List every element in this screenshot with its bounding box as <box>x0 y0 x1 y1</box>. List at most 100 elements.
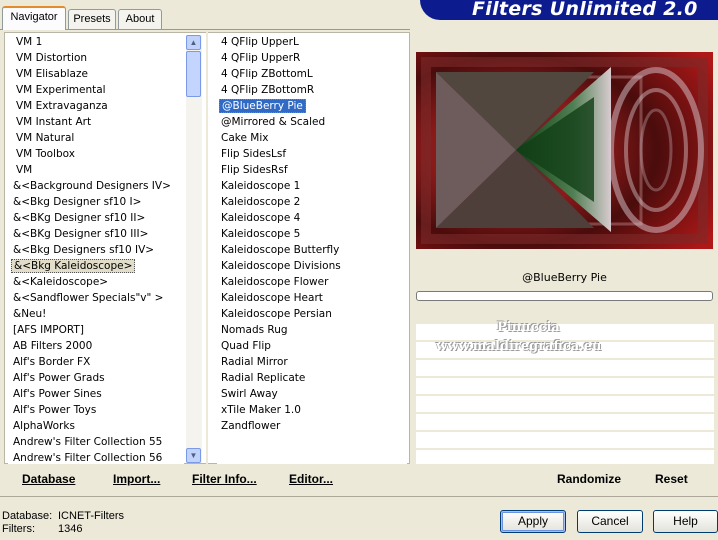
list-item[interactable]: VM Experimental <box>8 82 184 98</box>
list-item[interactable]: &<Sandflower Specials"v" > <box>8 290 184 306</box>
list-item-label: Kaleidoscope 2 <box>221 196 301 208</box>
list-item[interactable]: VM Elisablaze <box>8 66 184 82</box>
list-item[interactable]: &<Kaleidoscope> <box>8 274 184 290</box>
list-item-label: AlphaWorks <box>13 420 75 432</box>
list-item[interactable]: VM Instant Art <box>8 114 184 130</box>
list-item[interactable]: 4 QFlip UpperL <box>217 34 407 50</box>
scroll-thumb[interactable] <box>186 51 201 97</box>
list-item[interactable]: Kaleidoscope 5 <box>217 226 407 242</box>
cancel-button[interactable]: Cancel <box>577 510 643 533</box>
randomize-button[interactable]: Randomize <box>557 472 621 486</box>
category-list[interactable]: VM 1 VM Distortion VM Elisablaze VM Experim… <box>8 34 184 464</box>
scroll-up-icon[interactable]: ▲ <box>186 35 201 50</box>
list-item[interactable]: 4 QFlip ZBottomR <box>217 82 407 98</box>
filter-list[interactable]: 4 QFlip UpperL 4 QFlip UpperR 4 QFlip ZBot… <box>217 34 407 464</box>
list-item[interactable]: Flip SidesLsf <box>217 146 407 162</box>
list-item[interactable]: Nomads Rug <box>217 322 407 338</box>
list-item[interactable]: Andrew's Filter Collection 55 <box>8 434 184 450</box>
list-item[interactable]: &<BKg Designer sf10 III> <box>8 226 184 242</box>
category-scrollbar[interactable]: ▲ ▼ <box>186 35 202 463</box>
list-item[interactable]: &<Bkg Kaleidoscope> <box>8 258 184 274</box>
list-item[interactable]: &<Background Designers IV> <box>8 178 184 194</box>
list-item[interactable]: Kaleidoscope Divisions <box>217 258 407 274</box>
list-item[interactable]: Kaleidoscope Flower <box>217 274 407 290</box>
list-item-label: Alf's Power Grads <box>13 372 105 384</box>
list-item[interactable]: 4 QFlip ZBottomL <box>217 66 407 82</box>
list-item-label: Kaleidoscope Heart <box>221 292 323 304</box>
list-item[interactable]: Flip SidesRsf <box>217 162 407 178</box>
filter-info-button[interactable]: Filter Info... <box>192 472 257 486</box>
list-item-label: @Mirrored & Scaled <box>221 116 326 128</box>
list-item[interactable]: xTile Maker 1.0 <box>217 402 407 418</box>
list-item[interactable]: Zandflower <box>217 418 407 434</box>
watermark-name: Pinuccia <box>497 320 560 335</box>
list-item[interactable]: Alf's Power Toys <box>8 402 184 418</box>
list-item-label: @BlueBerry Pie <box>219 99 306 113</box>
reset-button[interactable]: Reset <box>655 472 688 486</box>
list-item[interactable]: &<BKg Designer sf10 II> <box>8 210 184 226</box>
list-item-label: AB Filters 2000 <box>13 340 93 352</box>
list-item[interactable]: Kaleidoscope Persian <box>217 306 407 322</box>
database-button[interactable]: Database <box>22 472 75 486</box>
status-filters-value: 1346 <box>58 523 83 535</box>
list-item-label: &<Sandflower Specials"v" > <box>13 292 164 304</box>
list-item[interactable]: @BlueBerry Pie <box>217 98 407 114</box>
list-item[interactable]: Kaleidoscope 2 <box>217 194 407 210</box>
list-item[interactable]: Quad Flip <box>217 338 407 354</box>
list-item-label: &<Kaleidoscope> <box>13 276 109 288</box>
list-item[interactable]: Cake Mix <box>217 130 407 146</box>
progress-bar <box>416 291 713 301</box>
list-item[interactable]: VM Toolbox <box>8 146 184 162</box>
status-database-label: Database: <box>2 510 53 522</box>
list-item-label: &<Bkg Kaleidoscope> <box>11 259 136 273</box>
list-item[interactable]: AlphaWorks <box>8 418 184 434</box>
list-item-label: Kaleidoscope Divisions <box>221 260 341 272</box>
help-button[interactable]: Help <box>653 510 718 533</box>
list-item[interactable]: VM <box>8 162 184 178</box>
list-item-label: Kaleidoscope Persian <box>221 308 332 320</box>
list-item[interactable]: VM Natural <box>8 130 184 146</box>
scroll-down-icon[interactable]: ▼ <box>186 448 201 463</box>
param-row <box>416 396 714 412</box>
import-button[interactable]: Import... <box>113 472 160 486</box>
list-item[interactable]: Radial Replicate <box>217 370 407 386</box>
tab-about[interactable]: About <box>118 9 162 29</box>
list-item-label: [AFS IMPORT] <box>13 324 84 336</box>
status-database-value: ICNET-Filters <box>58 510 124 522</box>
list-item[interactable]: VM Distortion <box>8 50 184 66</box>
list-item[interactable]: Kaleidoscope 4 <box>217 210 407 226</box>
list-item-label: Alf's Border FX <box>13 356 91 368</box>
param-row <box>416 432 714 448</box>
list-item[interactable]: [AFS IMPORT] <box>8 322 184 338</box>
param-row <box>416 324 714 340</box>
list-item[interactable]: @Mirrored & Scaled <box>217 114 407 130</box>
list-item-label: Andrew's Filter Collection 55 <box>13 436 163 448</box>
list-item[interactable]: Kaleidoscope Heart <box>217 290 407 306</box>
list-item-label: 4 QFlip ZBottomL <box>221 68 313 80</box>
list-item[interactable]: &Neu! <box>8 306 184 322</box>
list-item[interactable]: Kaleidoscope 1 <box>217 178 407 194</box>
tab-navigator[interactable]: Navigator <box>2 6 66 30</box>
list-item[interactable]: VM Extravaganza <box>8 98 184 114</box>
list-item[interactable]: &<Bkg Designer sf10 I> <box>8 194 184 210</box>
list-item[interactable]: Swirl Away <box>217 386 407 402</box>
list-item[interactable]: VM 1 <box>8 34 184 50</box>
list-item[interactable]: Andrew's Filter Collection 56 <box>8 450 184 464</box>
apply-button[interactable]: Apply <box>500 510 566 533</box>
list-item[interactable]: &<Bkg Designers sf10 IV> <box>8 242 184 258</box>
editor-button[interactable]: Editor... <box>289 472 333 486</box>
list-item[interactable]: 4 QFlip UpperR <box>217 50 407 66</box>
list-item[interactable]: Alf's Power Sines <box>8 386 184 402</box>
list-item[interactable]: Kaleidoscope Butterfly <box>217 242 407 258</box>
list-item-label: &<Background Designers IV> <box>13 180 171 192</box>
tab-presets[interactable]: Presets <box>68 9 116 29</box>
list-item-label: Kaleidoscope 1 <box>221 180 301 192</box>
list-item-label: VM Experimental <box>16 84 106 96</box>
list-item[interactable]: AB Filters 2000 <box>8 338 184 354</box>
list-item[interactable]: Alf's Power Grads <box>8 370 184 386</box>
list-item[interactable]: Radial Mirror <box>217 354 407 370</box>
list-item-label: Radial Mirror <box>221 356 288 368</box>
list-item[interactable]: Alf's Border FX <box>8 354 184 370</box>
list-item-label: Swirl Away <box>221 388 278 400</box>
separator <box>0 496 718 497</box>
